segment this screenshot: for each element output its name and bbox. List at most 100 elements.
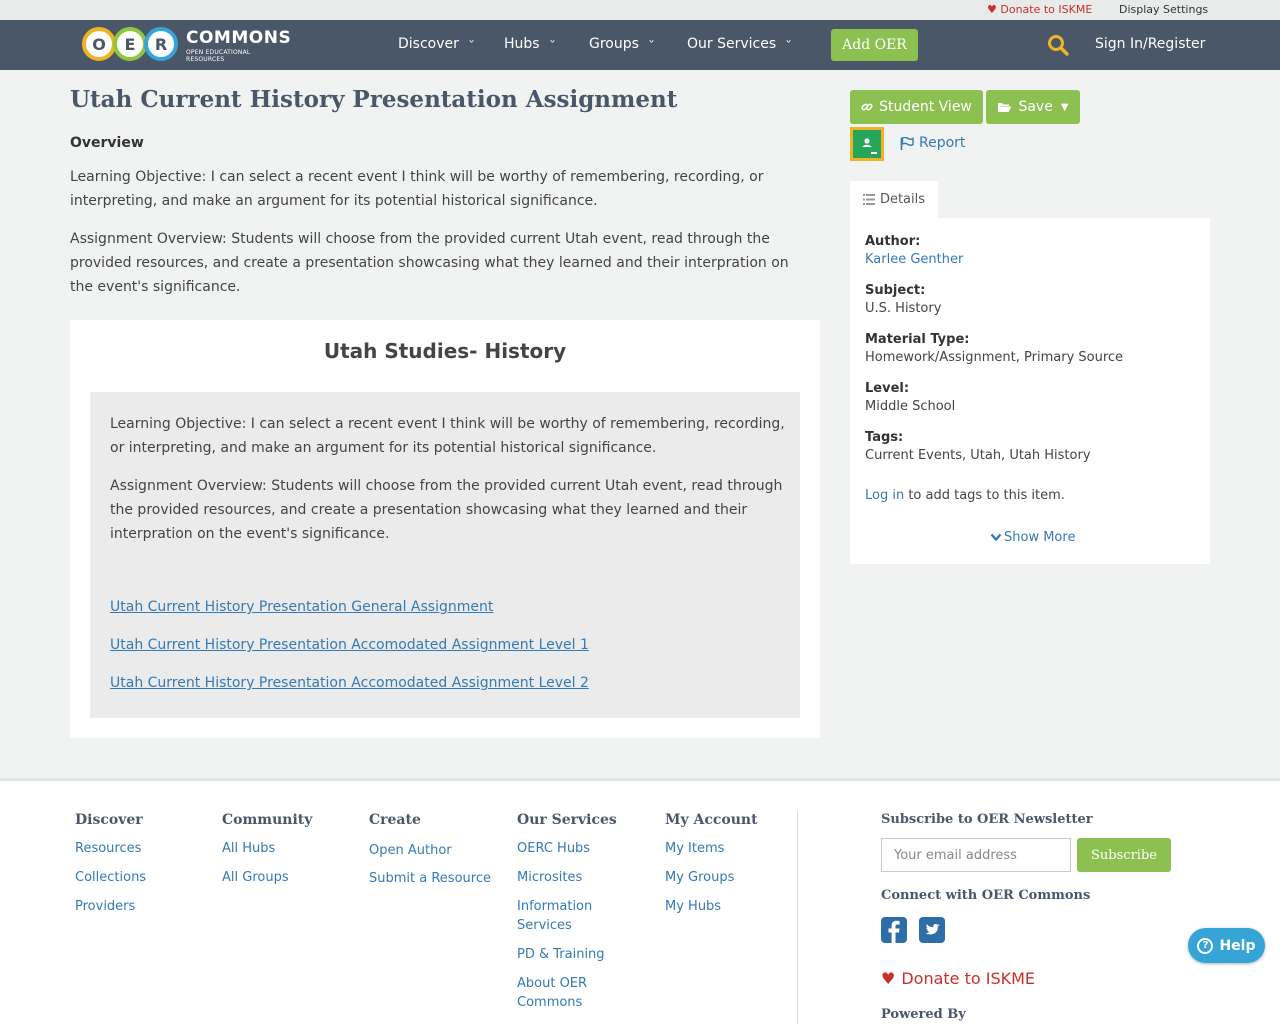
newsletter-email-input[interactable]: [881, 838, 1071, 872]
tab-details[interactable]: Details: [850, 181, 938, 218]
level-value: Middle School: [865, 399, 956, 414]
footer: Discover Resources Collections Providers…: [0, 778, 1280, 1024]
footer-link-all-groups[interactable]: All Groups: [222, 868, 289, 887]
footer-link-my-items[interactable]: My Items: [665, 839, 724, 858]
nav-hubs-label: Hubs: [504, 36, 540, 52]
folder-open-icon: [998, 103, 1012, 112]
subject-value: U.S. History: [865, 301, 942, 316]
display-settings-link[interactable]: Display Settings: [1119, 3, 1208, 16]
footer-link-providers[interactable]: Providers: [75, 897, 135, 916]
chevron-down-icon: ˅: [785, 40, 793, 51]
footer-donate-link[interactable]: ♥ Donate to ISKME: [881, 969, 1035, 988]
accommodated-level-1-link[interactable]: Utah Current History Presentation Accomo…: [110, 637, 589, 653]
page-title: Utah Current History Presentation Assign…: [70, 86, 678, 113]
show-more-link[interactable]: Show More: [990, 530, 1075, 545]
chevron-down-icon: ˅: [647, 40, 655, 51]
chevron-down-icon: [990, 533, 1002, 542]
caret-down-icon: ▼: [1060, 101, 1069, 113]
student-view-button[interactable]: Student View: [850, 90, 983, 124]
logo-wordmark: COMMONS: [186, 28, 292, 48]
utility-donate-link[interactable]: ♥ Donate to ISKME: [987, 3, 1092, 16]
overview-heading: Overview: [70, 135, 144, 151]
nav-our-services-label: Our Services: [687, 36, 777, 52]
card-learning-objective: Learning Objective: I can select a recen…: [110, 416, 785, 456]
footer-link-oerc-hubs[interactable]: OERC Hubs: [517, 839, 590, 858]
link-icon: [861, 103, 873, 111]
footer-heading-my-account: My Account: [665, 812, 758, 828]
main-nav: O E R COMMONS OPEN EDUCATIONAL RESOURCES…: [0, 20, 1280, 70]
report-link[interactable]: Report: [900, 135, 965, 151]
footer-link-collections[interactable]: Collections: [75, 868, 146, 887]
footer-link-information-services[interactable]: Information Services: [517, 897, 607, 935]
footer-heading-discover: Discover: [75, 812, 143, 828]
question-circle-icon: ?: [1197, 937, 1214, 954]
oer-commons-logo[interactable]: O E R COMMONS OPEN EDUCATIONAL RESOURCES: [82, 25, 291, 63]
card-title: Utah Studies- History: [323, 339, 567, 363]
footer-link-my-groups[interactable]: My Groups: [665, 868, 734, 887]
utility-donate-label: Donate to ISKME: [1000, 3, 1093, 16]
overview-learning-objective: Learning Objective: I can select a recen…: [70, 169, 764, 209]
logo-letter-e: E: [113, 27, 147, 61]
heart-icon: ♥: [987, 3, 997, 16]
newsletter-heading: Subscribe to OER Newsletter: [881, 812, 1093, 827]
login-link[interactable]: Log in: [865, 488, 904, 503]
facebook-icon[interactable]: [881, 917, 907, 943]
utility-bar: ♥ Donate to ISKME Display Settings: [0, 0, 1280, 20]
overview-assignment: Assignment Overview: Students will choos…: [70, 231, 789, 295]
logo-letter-r: R: [144, 27, 178, 61]
tab-details-label: Details: [879, 192, 926, 207]
nav-discover-label: Discover: [398, 36, 459, 52]
login-to-tag-text: Log in to add tags to this item.: [865, 488, 1065, 503]
material-type-label: Material Type:: [865, 332, 970, 347]
footer-link-open-author[interactable]: Open Author: [369, 841, 452, 860]
footer-link-about-oer-commons[interactable]: About OER Commons: [517, 974, 607, 1012]
subscribe-button[interactable]: Subscribe: [1077, 838, 1171, 872]
show-more-label: Show More: [1004, 530, 1076, 545]
add-oer-button[interactable]: Add OER: [831, 29, 918, 61]
tags-label: Tags:: [865, 430, 904, 445]
student-view-label: Student View: [879, 99, 972, 115]
nav-hubs[interactable]: Hubs ˅: [504, 36, 556, 52]
level-label: Level:: [865, 381, 910, 396]
sign-in-register-link[interactable]: Sign In/Register: [1095, 36, 1205, 52]
footer-divider: [797, 811, 798, 1024]
save-label: Save: [1018, 99, 1053, 115]
twitter-icon[interactable]: [919, 917, 945, 943]
connect-heading: Connect with OER Commons: [881, 888, 1091, 903]
logo-tagline: OPEN EDUCATIONAL RESOURCES: [186, 49, 251, 63]
nav-groups-label: Groups: [589, 36, 639, 52]
footer-link-microsites[interactable]: Microsites: [517, 868, 582, 887]
card-assignment-overview: Assignment Overview: Students will choos…: [110, 478, 783, 542]
subject-label: Subject:: [865, 283, 926, 298]
report-label: Report: [919, 135, 966, 151]
help-button[interactable]: ? Help: [1188, 928, 1265, 963]
nav-groups[interactable]: Groups ˅: [589, 36, 655, 52]
nav-our-services[interactable]: Our Services ˅: [687, 36, 793, 52]
resource-content-box: Learning Objective: I can select a recen…: [90, 392, 800, 718]
chevron-down-icon: ˅: [467, 40, 475, 51]
footer-link-submit-resource[interactable]: Submit a Resource: [369, 869, 491, 888]
footer-heading-create: Create: [369, 812, 421, 828]
footer-link-resources[interactable]: Resources: [75, 839, 141, 858]
list-icon: [862, 194, 875, 205]
author-label: Author:: [865, 234, 921, 249]
login-suffix: to add tags to this item.: [904, 488, 1065, 503]
material-type-value: Homework/Assignment, Primary Source: [865, 350, 1124, 365]
flag-icon: [900, 136, 914, 150]
resource-card: Utah Studies- History Learning Objective…: [70, 320, 820, 738]
accommodated-level-2-link[interactable]: Utah Current History Presentation Accomo…: [110, 675, 589, 691]
powered-by-heading: Powered By: [881, 1007, 966, 1022]
nav-discover[interactable]: Discover ˅: [398, 36, 475, 52]
general-assignment-link[interactable]: Utah Current History Presentation Genera…: [110, 599, 493, 615]
heart-icon: ♥: [881, 969, 896, 988]
footer-link-my-hubs[interactable]: My Hubs: [665, 897, 721, 916]
help-label: Help: [1219, 937, 1256, 954]
footer-donate-label: Donate to ISKME: [901, 969, 1036, 988]
footer-link-all-hubs[interactable]: All Hubs: [222, 839, 275, 858]
google-classroom-icon[interactable]: [850, 127, 884, 161]
details-panel: Author: Karlee Genther Subject: U.S. His…: [850, 218, 1210, 564]
author-link[interactable]: Karlee Genther: [865, 252, 963, 267]
save-button[interactable]: Save ▼: [986, 90, 1080, 124]
search-icon[interactable]: [1047, 34, 1069, 56]
footer-link-pd-training[interactable]: PD & Training: [517, 945, 605, 964]
